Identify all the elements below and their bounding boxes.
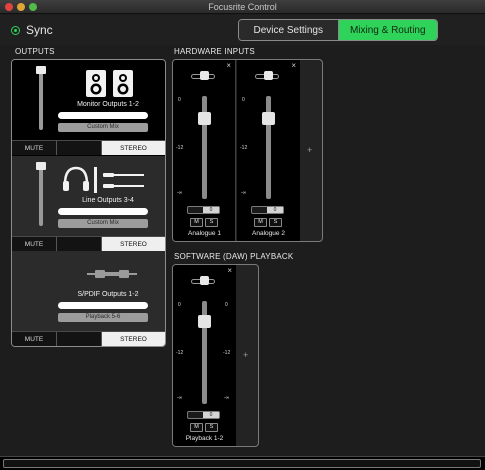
stereo-button[interactable]: STEREO: [102, 237, 165, 251]
scale-label: -12: [223, 350, 231, 356]
daw-playback-title: SOFTWARE (DAW) PLAYBACK: [174, 252, 294, 261]
output-button-row: MUTE STEREO: [12, 236, 165, 251]
scale-label: 0: [178, 302, 181, 308]
output-button-row: MUTE STEREO: [12, 140, 165, 155]
output-name-field[interactable]: [58, 112, 148, 119]
scale-label: -∞: [224, 395, 230, 401]
channel-strip: × 0 -12 -∞ 0 -12 -∞ 0 M S Playback 1-2: [173, 265, 236, 446]
fader-handle[interactable]: [198, 112, 211, 125]
tab-device-settings[interactable]: Device Settings: [239, 20, 339, 40]
scale-label: -∞: [177, 395, 183, 401]
view-tabs: Device Settings Mixing & Routing: [238, 19, 438, 41]
outputs-column: Monitor Outputs 1-2 Custom Mix MUTE STER…: [11, 59, 166, 347]
unlabeled-button[interactable]: [57, 237, 102, 251]
gain-value: 0: [203, 207, 219, 213]
channel-name: Playback 1-2: [185, 435, 224, 442]
output-fader-handle[interactable]: [36, 66, 46, 74]
status-field[interactable]: [3, 459, 481, 468]
add-channel-button[interactable]: +: [243, 350, 248, 360]
channel-strip: × 0 -12 -∞ 0 M S Analogue 1: [173, 60, 236, 241]
output-source-select[interactable]: Custom Mix: [58, 123, 148, 132]
output-button-row: MUTE STEREO: [12, 331, 165, 346]
speakers-icon: [86, 70, 133, 97]
output-name: Monitor Outputs 1-2: [77, 101, 139, 108]
gain-readout[interactable]: 0: [251, 206, 284, 214]
mute-button[interactable]: M: [190, 423, 203, 432]
channel-name: Analogue 2: [252, 230, 285, 237]
scale-label: -12: [240, 145, 248, 151]
title-bar: Focusrite Control: [0, 0, 485, 14]
pan-handle[interactable]: [200, 71, 209, 80]
solo-button[interactable]: S: [269, 218, 282, 227]
scale-label: 0: [225, 302, 228, 308]
output-source-select[interactable]: Playback 5-6: [58, 313, 148, 322]
output-fader-track[interactable]: [39, 164, 43, 226]
hardware-inputs-title: HARDWARE INPUTS: [174, 47, 255, 56]
tab-mixing-routing[interactable]: Mixing & Routing: [338, 20, 437, 40]
solo-button[interactable]: S: [205, 218, 218, 227]
status-bar: [0, 456, 485, 470]
scale-label: -12: [176, 145, 184, 151]
channel-strip: × 0 -12 -∞ 0 M S Analogue 2: [237, 60, 300, 241]
output-name: S/PDIF Outputs 1-2: [77, 291, 139, 298]
mute-button[interactable]: MUTE: [12, 237, 57, 251]
gain-value: 0: [203, 412, 219, 418]
pan-handle[interactable]: [264, 71, 273, 80]
output-fader-track[interactable]: [39, 68, 43, 130]
fader-handle[interactable]: [262, 112, 275, 125]
output-source-select[interactable]: Custom Mix: [58, 219, 148, 228]
stereo-button[interactable]: STEREO: [102, 332, 165, 346]
solo-button[interactable]: S: [205, 423, 218, 432]
scale-label: -∞: [177, 190, 183, 196]
gain-readout[interactable]: 0: [187, 411, 220, 419]
scale-label: -∞: [241, 190, 247, 196]
output-name-field[interactable]: [58, 208, 148, 215]
spdif-cable-icon: [87, 270, 137, 278]
pan-handle[interactable]: [200, 276, 209, 285]
mute-button[interactable]: M: [254, 218, 267, 227]
close-strip-icon[interactable]: ×: [291, 61, 296, 70]
output-name-field[interactable]: [58, 302, 148, 309]
channel-name: Analogue 1: [188, 230, 221, 237]
gain-readout[interactable]: 0: [187, 206, 220, 214]
headphones-cable-icon: [63, 166, 144, 193]
close-strip-icon[interactable]: ×: [226, 61, 231, 70]
unlabeled-button[interactable]: [57, 141, 102, 155]
window-title: Focusrite Control: [208, 2, 277, 12]
stereo-button[interactable]: STEREO: [102, 141, 165, 155]
add-channel-button[interactable]: +: [307, 145, 312, 155]
hardware-inputs-group: × 0 -12 -∞ 0 M S Analogue 1 × 0 -12 -∞ 0…: [172, 59, 323, 242]
unlabeled-button[interactable]: [57, 332, 102, 346]
output-panel-line[interactable]: Line Outputs 3-4 Custom Mix MUTE STEREO: [12, 156, 165, 252]
output-fader-handle[interactable]: [36, 162, 46, 170]
scale-label: -12: [176, 350, 184, 356]
mute-button[interactable]: M: [190, 218, 203, 227]
gain-value: 0: [267, 207, 283, 213]
output-panel-monitor[interactable]: Monitor Outputs 1-2 Custom Mix MUTE STER…: [12, 60, 165, 156]
output-panel-spdif[interactable]: S/PDIF Outputs 1-2 Playback 5-6 MUTE STE…: [12, 252, 165, 346]
output-name: Line Outputs 3-4: [82, 197, 134, 204]
outputs-title: OUTPUTS: [15, 47, 55, 56]
top-bar: Sync Device Settings Mixing & Routing: [0, 15, 485, 45]
app-window: Focusrite Control Sync Device Settings M…: [0, 0, 485, 470]
mute-button[interactable]: MUTE: [12, 332, 57, 346]
daw-playback-group: × 0 -12 -∞ 0 -12 -∞ 0 M S Playback 1-2 +: [172, 264, 259, 447]
sync-indicator-icon: [11, 26, 20, 35]
close-strip-icon[interactable]: ×: [227, 266, 232, 275]
fader-handle[interactable]: [198, 315, 211, 328]
sync-label: Sync: [26, 23, 53, 37]
scale-label: 0: [242, 97, 245, 103]
scale-label: 0: [178, 97, 181, 103]
mute-button[interactable]: MUTE: [12, 141, 57, 155]
